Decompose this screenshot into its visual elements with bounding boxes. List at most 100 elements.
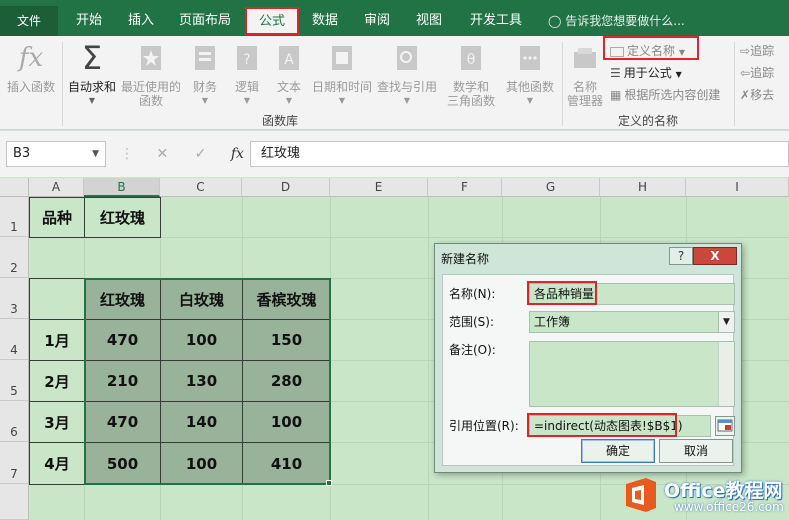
column-header-d[interactable]: D bbox=[242, 178, 330, 197]
chevron-down-icon[interactable]: ▼ bbox=[92, 142, 99, 166]
cancel-icon[interactable]: ✕ bbox=[156, 146, 168, 162]
cell-b7[interactable]: 500 bbox=[84, 442, 161, 485]
other-functions-button[interactable]: 其他函数 ▼ bbox=[502, 40, 558, 108]
math-label-1: 数学和 bbox=[452, 80, 489, 94]
column-header-c[interactable]: C bbox=[160, 178, 242, 197]
text-button[interactable]: A 文本 ▼ bbox=[270, 40, 308, 108]
tab-developer[interactable]: 开发工具 bbox=[460, 8, 532, 36]
tab-data[interactable]: 数据 bbox=[302, 8, 348, 36]
insert-function-button[interactable]: fx 插入函数 bbox=[4, 40, 58, 94]
more-book-icon bbox=[502, 40, 558, 76]
column-header-f[interactable]: F bbox=[428, 178, 502, 197]
lookup-book-icon bbox=[376, 40, 438, 76]
create-from-selection-button[interactable]: ▦ 根据所选内容创建 bbox=[610, 86, 720, 104]
math-button[interactable]: θ 数学和 三角函数 bbox=[440, 40, 502, 108]
column-header-a[interactable]: A bbox=[29, 178, 84, 197]
collapse-dialog-button[interactable] bbox=[715, 416, 735, 436]
cell-d6[interactable]: 100 bbox=[242, 401, 331, 443]
scope-value: 工作簿 bbox=[534, 315, 571, 329]
lookup-button[interactable]: 查找与引用 ▼ bbox=[376, 40, 438, 108]
column-header-e[interactable]: E bbox=[330, 178, 428, 197]
select-all-corner[interactable] bbox=[0, 178, 29, 197]
row-header-6[interactable]: 6 bbox=[0, 401, 29, 442]
cell-a6[interactable]: 3月 bbox=[29, 401, 85, 443]
row-header-8[interactable] bbox=[0, 484, 29, 520]
confirm-icon[interactable]: ✓ bbox=[195, 146, 207, 162]
scope-select[interactable]: 工作簿 ▼ bbox=[529, 311, 735, 333]
range-select-icon bbox=[717, 419, 733, 432]
tab-formulas[interactable]: 公式 bbox=[245, 7, 299, 35]
recently-used-button[interactable]: 最近使用的 函数 bbox=[120, 40, 182, 108]
column-header-g[interactable]: G bbox=[502, 178, 600, 197]
insert-function-label: 插入函数 bbox=[6, 80, 55, 94]
cell-a4[interactable]: 1月 bbox=[29, 319, 85, 361]
cell-c6[interactable]: 140 bbox=[160, 401, 243, 443]
cell-a1[interactable]: 品种 bbox=[29, 197, 85, 238]
trace-dependents-button[interactable]: ⇦追踪 bbox=[740, 64, 774, 82]
cell-d3[interactable]: 香槟玫瑰 bbox=[242, 278, 331, 320]
trace-precedents-button[interactable]: ⇨追踪 bbox=[740, 42, 774, 60]
cell-a7[interactable]: 4月 bbox=[29, 442, 85, 485]
star-book-icon bbox=[120, 40, 182, 76]
sigma-icon: Σ bbox=[81, 39, 103, 77]
column-header-b[interactable]: B bbox=[84, 178, 160, 197]
tab-insert[interactable]: 插入 bbox=[118, 8, 164, 36]
row-header-4[interactable]: 4 bbox=[0, 319, 29, 360]
use-in-formula-button[interactable]: ☰ 用于公式 ▼ bbox=[610, 64, 682, 82]
chevron-down-icon[interactable]: ▼ bbox=[718, 312, 734, 332]
logical-button[interactable]: ? 逻辑 ▼ bbox=[228, 40, 266, 108]
cell-d4[interactable]: 150 bbox=[242, 319, 331, 361]
column-header-i[interactable]: I bbox=[686, 178, 789, 197]
row-header-3[interactable]: 3 bbox=[0, 278, 29, 319]
cell-c5[interactable]: 130 bbox=[160, 360, 243, 402]
formula-input[interactable]: 红玫瑰 bbox=[250, 141, 789, 167]
column-header-h[interactable]: H bbox=[600, 178, 686, 197]
tab-home[interactable]: 开始 bbox=[66, 8, 112, 36]
row-header-5[interactable]: 5 bbox=[0, 360, 29, 401]
row-header-2[interactable]: 2 bbox=[0, 237, 29, 278]
theta-book-icon: θ bbox=[440, 40, 502, 76]
name-box[interactable]: B3 ▼ bbox=[6, 141, 106, 167]
autosum-button[interactable]: Σ 自动求和 ▼ bbox=[64, 40, 120, 108]
row-header-1[interactable]: 1 bbox=[0, 197, 29, 237]
refers-to-highlight bbox=[527, 413, 677, 437]
tab-page-layout[interactable]: 页面布局 bbox=[170, 8, 240, 36]
fx-icon[interactable]: fx bbox=[231, 146, 244, 162]
cell-c3[interactable]: 白玫瑰 bbox=[160, 278, 243, 320]
excel-window: 文件 开始 插入 页面布局 公式 数据 审阅 视图 开发工具 ◯ 告诉我您想要做… bbox=[0, 0, 789, 520]
tab-file[interactable]: 文件 bbox=[0, 6, 58, 36]
name-manager-button[interactable]: 名称 管理器 bbox=[564, 40, 606, 108]
cell-c7[interactable]: 100 bbox=[160, 442, 243, 485]
cell-a5[interactable]: 2月 bbox=[29, 360, 85, 402]
fill-handle[interactable] bbox=[326, 480, 332, 486]
tab-review[interactable]: 审阅 bbox=[354, 8, 400, 36]
logical-book-icon: ? bbox=[228, 40, 266, 76]
datetime-button[interactable]: 日期和时间 ▼ bbox=[310, 40, 374, 108]
svg-text:?: ? bbox=[243, 52, 250, 68]
comment-textarea[interactable] bbox=[529, 341, 735, 407]
cell-b1[interactable]: 红玫瑰 bbox=[84, 197, 161, 238]
help-button[interactable]: ? bbox=[669, 247, 693, 265]
datetime-label: 日期和时间 bbox=[311, 80, 372, 94]
ok-button[interactable]: 确定 bbox=[581, 439, 655, 463]
cell-d7[interactable]: 410 bbox=[242, 442, 331, 485]
cell-b3[interactable]: 红玫瑰 bbox=[84, 278, 161, 320]
formula-bar-buttons: ⋮ ✕ ✓ fx bbox=[120, 141, 244, 167]
cell-b6[interactable]: 470 bbox=[84, 401, 161, 443]
tab-view[interactable]: 视图 bbox=[406, 8, 452, 36]
cell-d5[interactable]: 280 bbox=[242, 360, 331, 402]
cell-a3[interactable] bbox=[29, 278, 85, 320]
tell-me-text: 告诉我您想要做什么... bbox=[565, 14, 685, 28]
cell-b5[interactable]: 210 bbox=[84, 360, 161, 402]
comment-scrollbar[interactable] bbox=[718, 342, 734, 406]
financial-button[interactable]: 财务 ▼ bbox=[186, 40, 224, 108]
cell-b4[interactable]: 470 bbox=[84, 319, 161, 361]
tell-me-search[interactable]: ◯ 告诉我您想要做什么... bbox=[548, 8, 685, 34]
financial-label: 财务 bbox=[192, 80, 217, 94]
close-button[interactable]: X bbox=[693, 247, 737, 265]
trace-precedents-label: 追踪 bbox=[750, 44, 775, 58]
remove-arrows-button[interactable]: ✗移去 bbox=[740, 86, 774, 104]
row-header-7[interactable]: 7 bbox=[0, 442, 29, 484]
cell-c4[interactable]: 100 bbox=[160, 319, 243, 361]
cancel-button[interactable]: 取消 bbox=[659, 439, 733, 463]
